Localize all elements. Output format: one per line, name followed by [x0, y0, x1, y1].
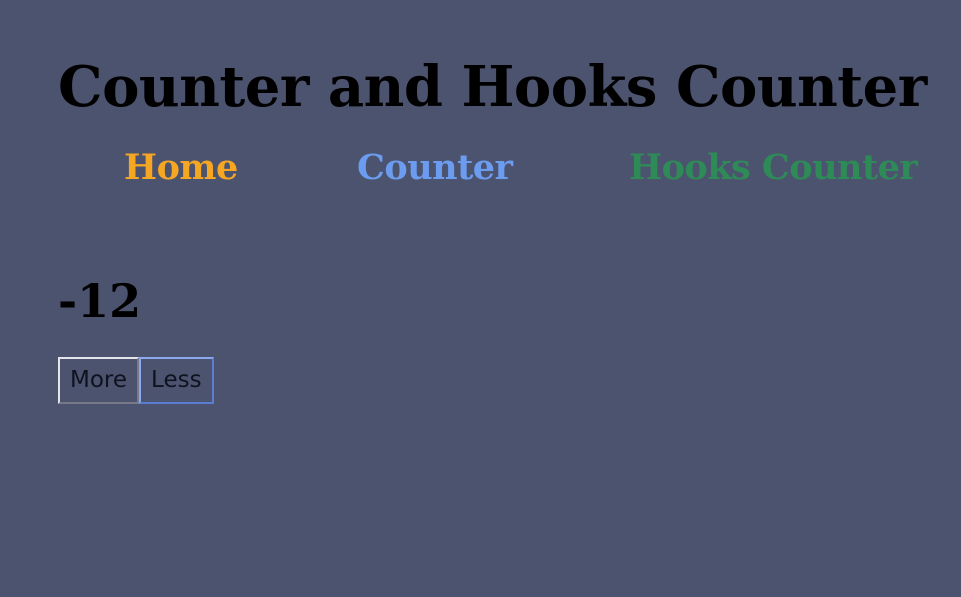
- nav-link-hooks-counter[interactable]: Hooks Counter: [629, 143, 918, 193]
- more-button[interactable]: More: [58, 357, 140, 404]
- nav-link-counter[interactable]: Counter: [357, 143, 513, 193]
- counter-controls: More Less: [58, 357, 214, 404]
- main-nav: Home Counter Hooks Counter: [58, 143, 938, 193]
- less-button[interactable]: Less: [139, 357, 214, 404]
- counter-value: -12: [58, 274, 142, 328]
- page-title: Counter and Hooks Counter: [58, 54, 927, 120]
- nav-link-home[interactable]: Home: [124, 143, 238, 193]
